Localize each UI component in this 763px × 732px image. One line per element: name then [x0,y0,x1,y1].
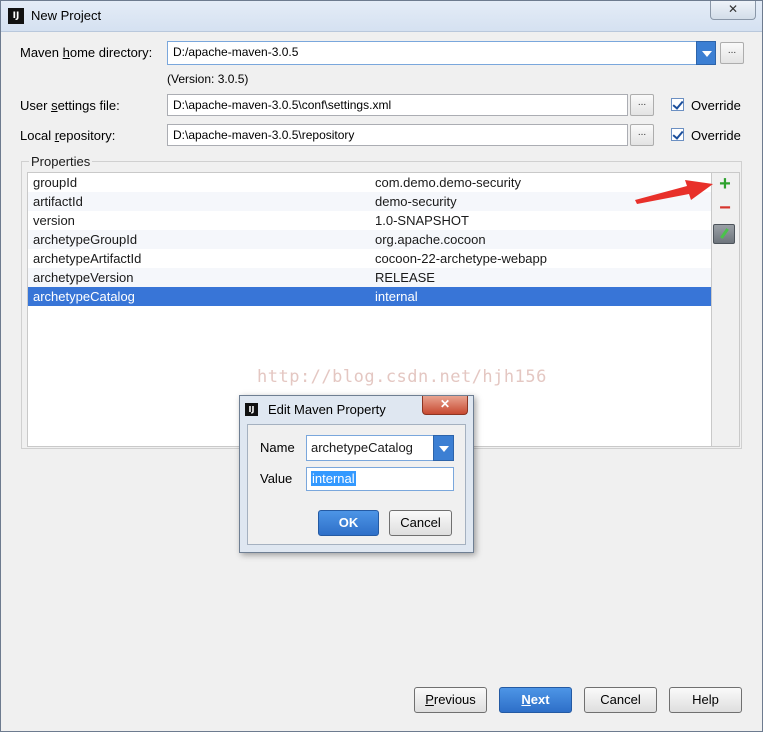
local-repository-override-checkbox[interactable] [671,128,684,141]
local-repository-override-label: Override [691,128,741,143]
window-title: New Project [31,8,102,23]
local-repository-field[interactable]: D:\apache-maven-3.0.5\repository [167,124,628,146]
property-key: archetypeGroupId [33,232,138,247]
table-row[interactable]: archetypeGroupId org.apache.cocoon [28,230,711,249]
name-combo[interactable]: archetypeCatalog [306,435,454,461]
table-row[interactable]: archetypeArtifactId cocoon-22-archetype-w… [28,249,711,268]
value-input[interactable]: internal [306,467,454,491]
property-key: groupId [33,175,78,190]
local-repository-label: Local repository: [20,128,116,143]
property-key: version [33,213,75,228]
ok-button[interactable]: OK [318,510,379,536]
value-label: Value [260,471,293,486]
property-value: com.demo.demo-security [375,175,521,190]
property-key: artifactId [33,194,83,209]
intellij-icon: IJ [8,8,24,24]
property-key: archetypeArtifactId [33,251,142,266]
edit-maven-property-dialog: IJ Edit Maven Property IJ ✕ Name archety… [239,395,474,553]
dialog-cancel-button[interactable]: Cancel [389,510,452,536]
dialog-app-icon: IJ [245,403,258,416]
property-value: internal [375,289,418,304]
property-value: cocoon-22-archetype-webapp [375,251,547,266]
help-button[interactable]: Help [669,687,742,713]
user-settings-override-checkbox[interactable] [671,98,684,111]
add-icon[interactable]: + [715,174,735,194]
cancel-button[interactable]: Cancel [584,687,657,713]
property-key: archetypeVersion [33,270,134,285]
edit-icon[interactable] [713,224,735,244]
table-row[interactable]: groupId com.demo.demo-security [28,173,711,192]
name-label: Name [260,440,295,455]
dialog-body: Name archetypeCatalog Value internal OK … [247,424,466,545]
value-input-text: internal [311,471,356,486]
table-row[interactable]: artifactId demo-security [28,192,711,211]
property-value: RELEASE [375,270,435,285]
property-value: 1.0-SNAPSHOT [375,213,469,228]
close-icon[interactable]: ✕ [422,396,468,415]
annotation-arrow-icon [635,180,713,204]
property-value: org.apache.cocoon [375,232,486,247]
close-icon[interactable]: ✕ [710,1,756,20]
table-row[interactable]: archetypeVersion RELEASE [28,268,711,287]
property-key: archetypeCatalog [33,289,135,304]
maven-home-combo[interactable]: D:/apache-maven-3.0.5 [167,41,697,65]
title-bar: IJ New Project ✕ [1,1,762,32]
new-project-window: IJ New Project ✕ Maven home directory: D… [0,0,763,732]
table-row-selected[interactable]: archetypeCatalog internal [28,287,711,306]
user-settings-field[interactable]: D:\apache-maven-3.0.5\conf\settings.xml [167,94,628,116]
table-row[interactable]: version 1.0-SNAPSHOT [28,211,711,230]
remove-icon[interactable]: − [715,198,735,218]
user-settings-browse-button[interactable]: ... [630,94,654,116]
previous-button[interactable]: Previous [414,687,487,713]
local-repository-browse-button[interactable]: ... [630,124,654,146]
next-button[interactable]: Next [499,687,572,713]
chevron-down-icon[interactable] [433,435,454,461]
watermark-text: http://blog.csdn.net/hjh156 [257,367,547,387]
user-settings-override-label: Override [691,98,741,113]
user-settings-label: User settings file: [20,98,120,113]
maven-version-note: (Version: 3.0.5) [167,72,249,86]
dialog-title: Edit Maven Property [268,402,386,417]
property-value: demo-security [375,194,457,209]
chevron-down-icon[interactable] [696,41,716,65]
maven-home-browse-button[interactable]: ... [720,42,744,64]
properties-group-title: Properties [29,154,93,169]
maven-home-label: Maven home directory: [20,45,153,60]
